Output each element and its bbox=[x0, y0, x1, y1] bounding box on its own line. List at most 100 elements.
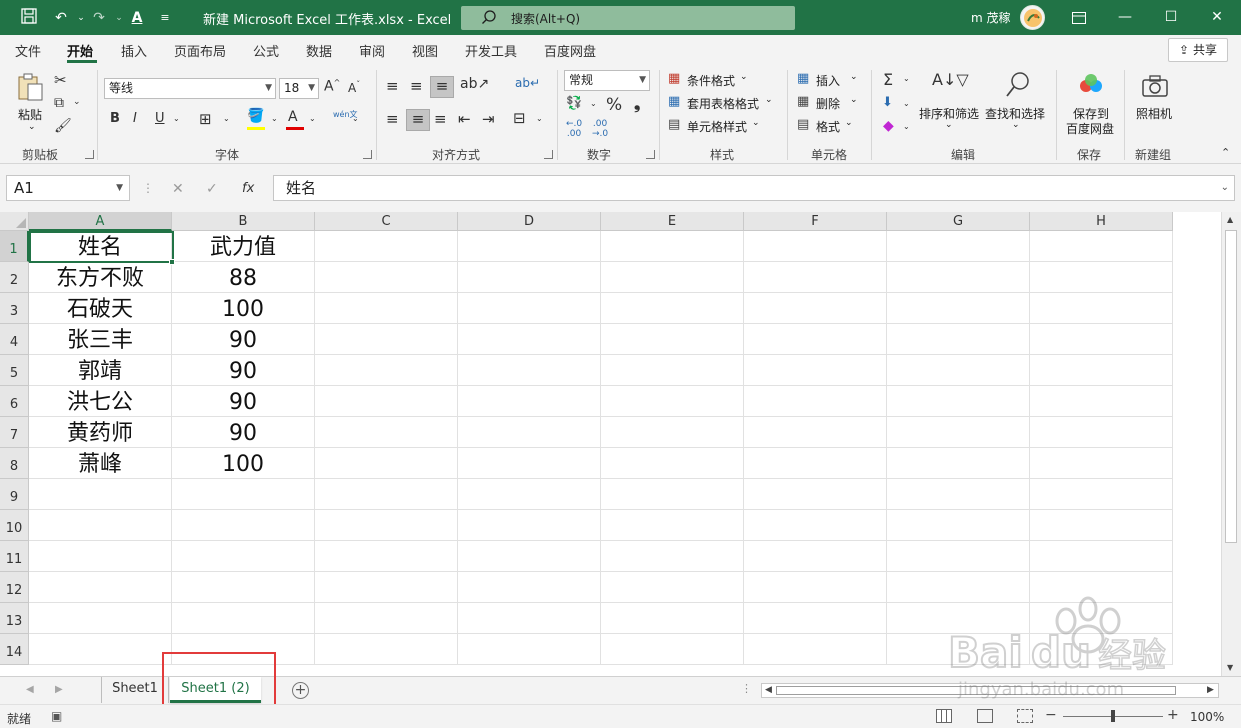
cell-a13[interactable] bbox=[29, 603, 172, 634]
align-top-icon[interactable]: ≡ bbox=[386, 77, 399, 95]
column-header-d[interactable]: D bbox=[458, 212, 601, 231]
vertical-scrollbar[interactable]: ▲ ▼ bbox=[1221, 212, 1241, 676]
search-box[interactable]: 搜索(Alt+Q) bbox=[461, 6, 795, 30]
normal-view-icon[interactable] bbox=[936, 709, 952, 723]
undo-icon[interactable]: ↶ bbox=[50, 8, 72, 28]
cell-h14[interactable] bbox=[1030, 634, 1173, 665]
fill-dropdown-icon[interactable]: ⌄ bbox=[271, 114, 278, 123]
font-color-quick-icon[interactable]: A bbox=[126, 8, 148, 28]
align-right-icon[interactable]: ≡ bbox=[434, 110, 447, 128]
cell-e3[interactable] bbox=[601, 293, 744, 324]
add-sheet-button[interactable]: + bbox=[292, 682, 309, 699]
row-header-2[interactable]: 2 bbox=[0, 262, 29, 293]
cell-f9[interactable] bbox=[744, 479, 887, 510]
cell-g12[interactable] bbox=[887, 572, 1030, 603]
cut-icon[interactable]: ✂ bbox=[54, 71, 67, 89]
share-button[interactable]: ⇪ 共享 bbox=[1168, 38, 1228, 62]
row-header-1[interactable]: 1 bbox=[0, 231, 29, 262]
underline-dropdown-icon[interactable]: ⌄ bbox=[173, 114, 180, 123]
cell-d12[interactable] bbox=[458, 572, 601, 603]
avatar[interactable] bbox=[1020, 5, 1045, 30]
chevron-down-icon[interactable]: ⌄ bbox=[945, 120, 953, 130]
cell-h11[interactable] bbox=[1030, 541, 1173, 572]
cell-c3[interactable] bbox=[315, 293, 458, 324]
cell-c14[interactable] bbox=[315, 634, 458, 665]
cell-b9[interactable] bbox=[172, 479, 315, 510]
cell-styles-button[interactable]: 单元格样式 bbox=[687, 118, 747, 135]
copy-dropdown-icon[interactable]: ⌄ bbox=[73, 97, 81, 107]
format-painter-icon[interactable]: 🖌 bbox=[54, 118, 72, 134]
cell-d8[interactable] bbox=[458, 448, 601, 479]
cell-e14[interactable] bbox=[601, 634, 744, 665]
format-as-table-button[interactable]: 套用表格格式 bbox=[687, 95, 759, 112]
cell-g13[interactable] bbox=[887, 603, 1030, 634]
column-header-c[interactable]: C bbox=[315, 212, 458, 231]
tab-insert[interactable]: 插入 bbox=[121, 41, 147, 60]
cell-a5[interactable]: 郭靖 bbox=[29, 355, 172, 386]
cell-e5[interactable] bbox=[601, 355, 744, 386]
scroll-left-icon[interactable]: ◀ bbox=[765, 684, 772, 697]
cell-a8[interactable]: 萧峰 bbox=[29, 448, 172, 479]
fill-color-icon[interactable]: 🪣 bbox=[247, 108, 264, 124]
cell-b4[interactable]: 90 bbox=[172, 324, 315, 355]
cell-h4[interactable] bbox=[1030, 324, 1173, 355]
macro-record-icon[interactable]: ▣ bbox=[51, 709, 62, 723]
cell-a12[interactable] bbox=[29, 572, 172, 603]
chevron-down-icon[interactable]: ⌄ bbox=[740, 72, 748, 82]
tab-developer[interactable]: 开发工具 bbox=[465, 41, 517, 60]
cell-f11[interactable] bbox=[744, 541, 887, 572]
minimize-icon[interactable]: — bbox=[1102, 0, 1148, 35]
chevron-down-icon[interactable]: ⌄ bbox=[1012, 120, 1020, 130]
clear-icon[interactable]: ◆ bbox=[883, 118, 894, 134]
column-header-g[interactable]: G bbox=[887, 212, 1030, 231]
customize-qat-icon[interactable]: ≡ bbox=[154, 8, 176, 28]
cell-g5[interactable] bbox=[887, 355, 1030, 386]
column-header-e[interactable]: E bbox=[601, 212, 744, 231]
tab-view[interactable]: 视图 bbox=[412, 41, 438, 60]
cell-c5[interactable] bbox=[315, 355, 458, 386]
align-left-icon[interactable]: ≡ bbox=[386, 110, 399, 128]
cell-g9[interactable] bbox=[887, 479, 1030, 510]
cell-b8[interactable]: 100 bbox=[172, 448, 315, 479]
horizontal-scroll-thumb[interactable] bbox=[776, 686, 1176, 695]
cell-a2[interactable]: 东方不败 bbox=[29, 262, 172, 293]
tab-review[interactable]: 审阅 bbox=[359, 41, 385, 60]
cell-h6[interactable] bbox=[1030, 386, 1173, 417]
cell-g8[interactable] bbox=[887, 448, 1030, 479]
cell-d11[interactable] bbox=[458, 541, 601, 572]
comma-style-icon[interactable]: ❟ bbox=[634, 94, 640, 114]
cell-b1[interactable]: 武力值 bbox=[172, 231, 315, 262]
cell-f1[interactable] bbox=[744, 231, 887, 262]
cell-g7[interactable] bbox=[887, 417, 1030, 448]
increase-indent-icon[interactable]: ⇥ bbox=[482, 110, 495, 128]
chevron-down-icon[interactable]: ⌄ bbox=[752, 118, 760, 128]
fill-handle[interactable] bbox=[169, 259, 175, 265]
cell-c10[interactable] bbox=[315, 510, 458, 541]
row-header-12[interactable]: 12 bbox=[0, 572, 29, 603]
cell-e9[interactable] bbox=[601, 479, 744, 510]
insert-cells-button[interactable]: 插入 bbox=[816, 72, 840, 89]
cell-e8[interactable] bbox=[601, 448, 744, 479]
font-color-icon[interactable]: A bbox=[288, 109, 298, 125]
cell-d10[interactable] bbox=[458, 510, 601, 541]
cell-f7[interactable] bbox=[744, 417, 887, 448]
tab-split-handle-icon[interactable]: ⋮ bbox=[741, 682, 752, 695]
page-break-view-icon[interactable] bbox=[1017, 709, 1033, 723]
zoom-level[interactable]: 100% bbox=[1190, 710, 1224, 724]
collapse-ribbon-icon[interactable]: ⌃ bbox=[1221, 146, 1230, 159]
cell-f5[interactable] bbox=[744, 355, 887, 386]
copy-icon[interactable]: ⧉ bbox=[54, 95, 64, 111]
cell-g4[interactable] bbox=[887, 324, 1030, 355]
cell-f8[interactable] bbox=[744, 448, 887, 479]
cell-h8[interactable] bbox=[1030, 448, 1173, 479]
row-header-8[interactable]: 8 bbox=[0, 448, 29, 479]
cell-a4[interactable]: 张三丰 bbox=[29, 324, 172, 355]
cell-d13[interactable] bbox=[458, 603, 601, 634]
cell-e6[interactable] bbox=[601, 386, 744, 417]
font-name-select[interactable]: 等线 ▼ bbox=[104, 78, 276, 99]
user-name[interactable]: m 茂稼 bbox=[971, 9, 1011, 26]
chevron-down-icon[interactable]: ⌄ bbox=[850, 72, 858, 82]
cell-c8[interactable] bbox=[315, 448, 458, 479]
cell-c7[interactable] bbox=[315, 417, 458, 448]
confirm-entry-icon[interactable]: ✓ bbox=[206, 181, 218, 197]
